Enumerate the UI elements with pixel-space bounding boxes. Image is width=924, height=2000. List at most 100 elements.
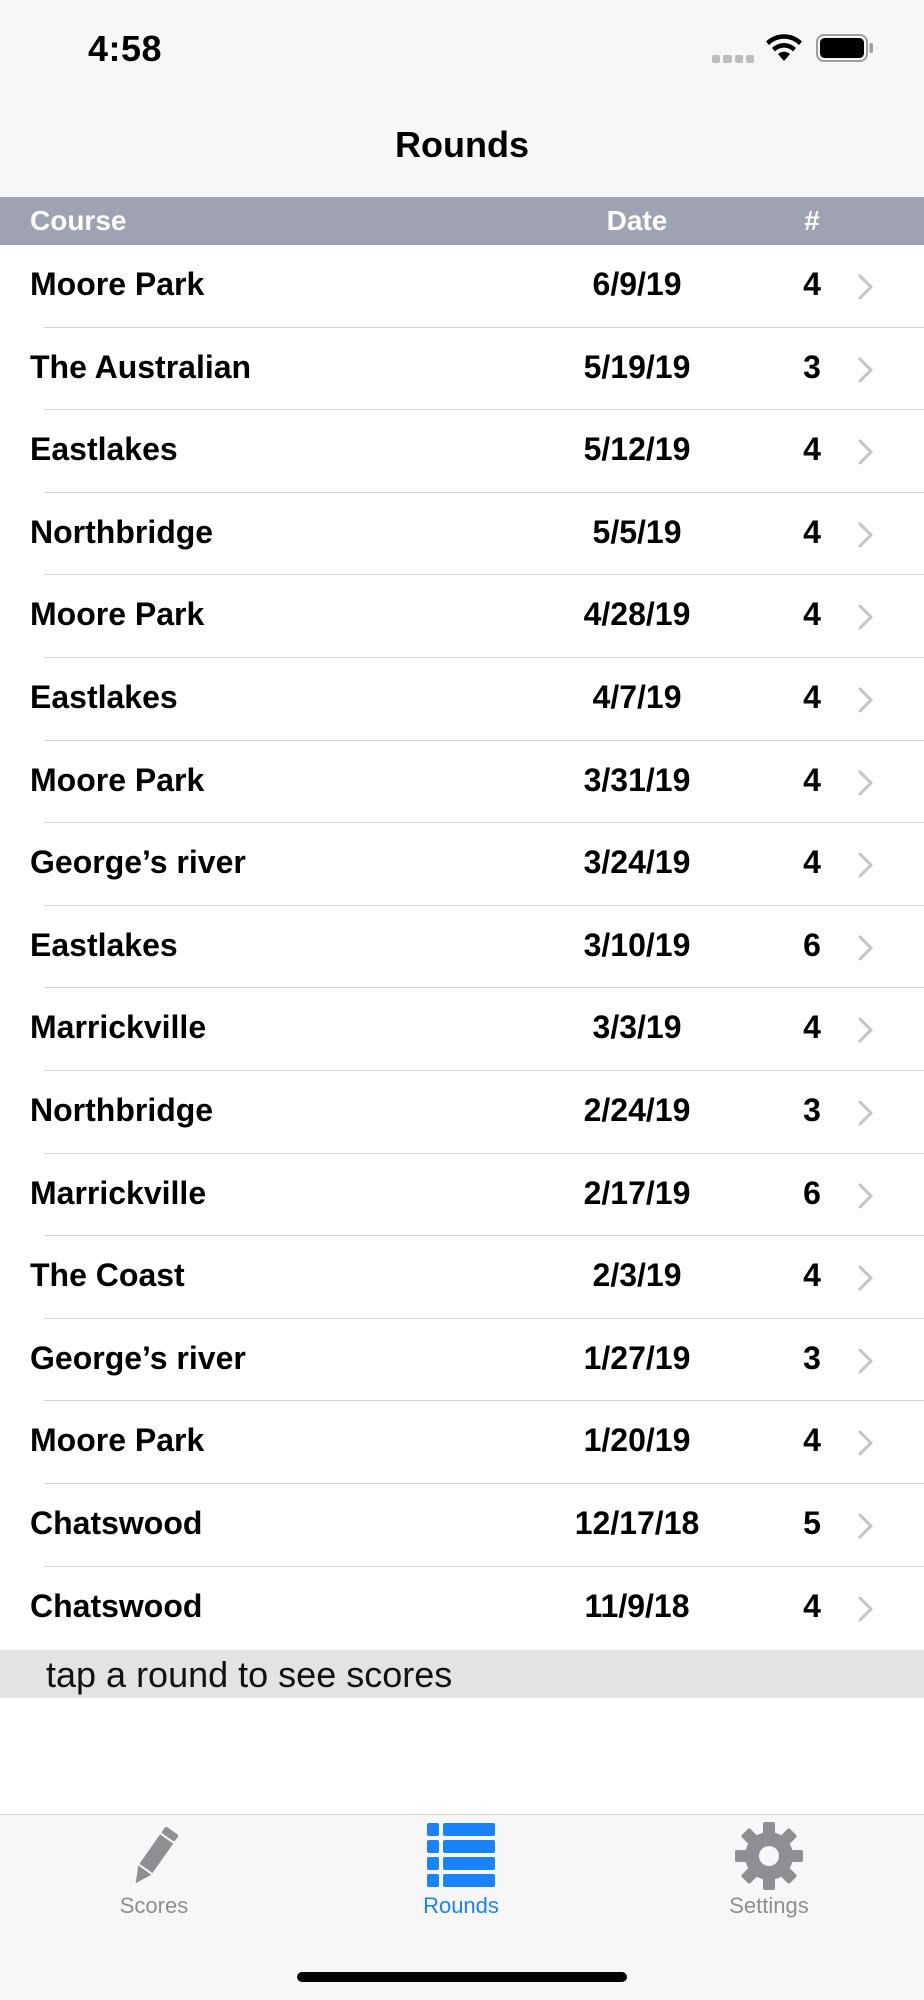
chevron-right-icon — [858, 1183, 873, 1209]
round-course: The Coast — [30, 1257, 185, 1294]
cellular-signal-icon — [712, 55, 754, 63]
round-count: 4 — [803, 431, 821, 468]
table-row[interactable]: Marrickville 2/17/19 6 — [0, 1153, 924, 1237]
round-count: 4 — [803, 1257, 821, 1294]
round-date: 2/17/19 — [583, 1174, 691, 1211]
round-course: Eastlakes — [30, 678, 178, 715]
round-course: Marrickville — [30, 1009, 207, 1046]
list-icon — [427, 1823, 495, 1887]
round-date: 1/27/19 — [583, 1339, 691, 1376]
round-course: Marrickville — [30, 1174, 207, 1211]
round-course: Northbridge — [30, 1091, 214, 1128]
rounds-list: Moore Park 6/9/19 4 The Australian 5/19/… — [0, 245, 924, 1650]
hint-text: tap a round to see scores — [0, 1650, 924, 1698]
tab-scores[interactable]: Scores — [74, 1821, 234, 1919]
round-date: 5/5/19 — [592, 513, 682, 550]
chevron-right-icon — [858, 687, 873, 713]
header-date: Date — [606, 205, 668, 236]
round-count: 4 — [803, 844, 821, 881]
round-count: 4 — [803, 1422, 821, 1459]
round-course: Moore Park — [30, 266, 205, 302]
round-count: 3 — [803, 348, 821, 385]
round-count: 4 — [803, 1009, 821, 1046]
page-title: Rounds — [395, 124, 529, 165]
round-count: 4 — [803, 761, 821, 798]
table-row[interactable]: Eastlakes 4/7/19 4 — [0, 657, 924, 741]
round-date: 12/17/18 — [574, 1504, 700, 1541]
tab-rounds[interactable]: Rounds — [381, 1821, 541, 1919]
status-time: 4:58 — [88, 28, 163, 69]
table-row[interactable]: The Coast 2/3/19 4 — [0, 1236, 924, 1319]
battery-icon — [816, 34, 873, 62]
chevron-right-icon — [858, 1513, 873, 1539]
table-row[interactable]: Marrickville 3/3/19 4 — [0, 988, 924, 1071]
chevron-right-icon — [858, 522, 873, 548]
table-row[interactable]: Moore Park 3/31/19 4 — [0, 740, 924, 824]
round-course: Moore Park — [30, 761, 205, 798]
round-course: The Australian — [30, 348, 252, 385]
round-count: 4 — [803, 596, 821, 633]
table-row[interactable]: Moore Park 4/28/19 4 — [0, 575, 924, 658]
home-indicator[interactable] — [297, 1972, 627, 1982]
tab-settings[interactable]: Settings — [689, 1821, 849, 1919]
round-date: 3/24/19 — [583, 844, 691, 881]
table-row[interactable]: The Australian 5/19/19 3 — [0, 327, 924, 411]
header-count: # — [804, 205, 820, 236]
table-row[interactable]: Eastlakes 5/12/19 4 — [0, 410, 924, 493]
round-count: 3 — [803, 1091, 821, 1128]
chevron-right-icon — [858, 770, 873, 796]
round-course: Chatswood — [30, 1587, 203, 1624]
round-count: 3 — [803, 1339, 821, 1376]
pencil-icon — [135, 1826, 179, 1884]
round-count: 6 — [803, 1174, 821, 1211]
table-row[interactable]: Northbridge 5/5/19 4 — [0, 492, 924, 576]
round-date: 1/20/19 — [583, 1422, 691, 1459]
round-course: Moore Park — [30, 1422, 205, 1459]
round-course: Northbridge — [30, 513, 214, 550]
round-count: 4 — [803, 266, 821, 302]
table-row[interactable]: Chatswood 12/17/18 5 — [0, 1483, 924, 1567]
round-date: 2/24/19 — [583, 1091, 691, 1128]
round-date: 6/9/19 — [592, 266, 682, 302]
round-date: 11/9/18 — [584, 1587, 690, 1624]
table-row[interactable]: Northbridge 2/24/19 3 — [0, 1070, 924, 1154]
table-row[interactable]: Moore Park 1/20/19 4 — [0, 1401, 924, 1484]
gear-icon — [735, 1822, 803, 1890]
round-course: Eastlakes — [30, 431, 178, 468]
round-date: 5/19/19 — [583, 348, 691, 385]
table-row[interactable]: Moore Park 6/9/19 4 — [0, 245, 924, 328]
table-row[interactable]: Eastlakes 3/10/19 6 — [0, 905, 924, 989]
round-course: Eastlakes — [30, 926, 178, 963]
round-date: 5/12/19 — [583, 431, 691, 468]
round-count: 4 — [803, 678, 821, 715]
table-header: Course Date # — [0, 197, 924, 245]
chevron-right-icon — [858, 1100, 873, 1126]
wifi-icon — [766, 34, 802, 61]
chevron-right-icon — [858, 604, 873, 630]
round-date: 2/3/19 — [592, 1257, 682, 1294]
round-count: 4 — [803, 513, 821, 550]
round-count: 4 — [803, 1587, 821, 1624]
round-course: Moore Park — [30, 596, 205, 633]
tab-settings-label: Settings — [729, 1893, 809, 1918]
chevron-right-icon — [858, 1017, 873, 1043]
round-count: 5 — [803, 1504, 821, 1541]
tab-rounds-label: Rounds — [423, 1893, 499, 1918]
chevron-right-icon — [858, 935, 873, 961]
chevron-right-icon — [858, 439, 873, 465]
table-row[interactable]: George’s river 1/27/19 3 — [0, 1318, 924, 1402]
round-date: 3/10/19 — [583, 926, 691, 963]
chevron-right-icon — [858, 1596, 873, 1621]
table-row[interactable]: Chatswood 11/9/18 4 — [0, 1566, 924, 1650]
chevron-right-icon — [858, 1348, 873, 1374]
navigation-bar: 4:58 Rounds — [0, 0, 924, 197]
chevron-right-icon — [858, 1265, 873, 1291]
tab-scores-label: Scores — [119, 1893, 189, 1918]
chevron-right-icon — [858, 274, 873, 300]
round-course: George’s river — [30, 1339, 246, 1376]
table-row[interactable]: George’s river 3/24/19 4 — [0, 823, 924, 906]
chevron-right-icon — [858, 852, 873, 878]
chevron-right-icon — [858, 1430, 873, 1456]
chevron-right-icon — [858, 357, 873, 383]
round-count: 6 — [803, 926, 821, 963]
